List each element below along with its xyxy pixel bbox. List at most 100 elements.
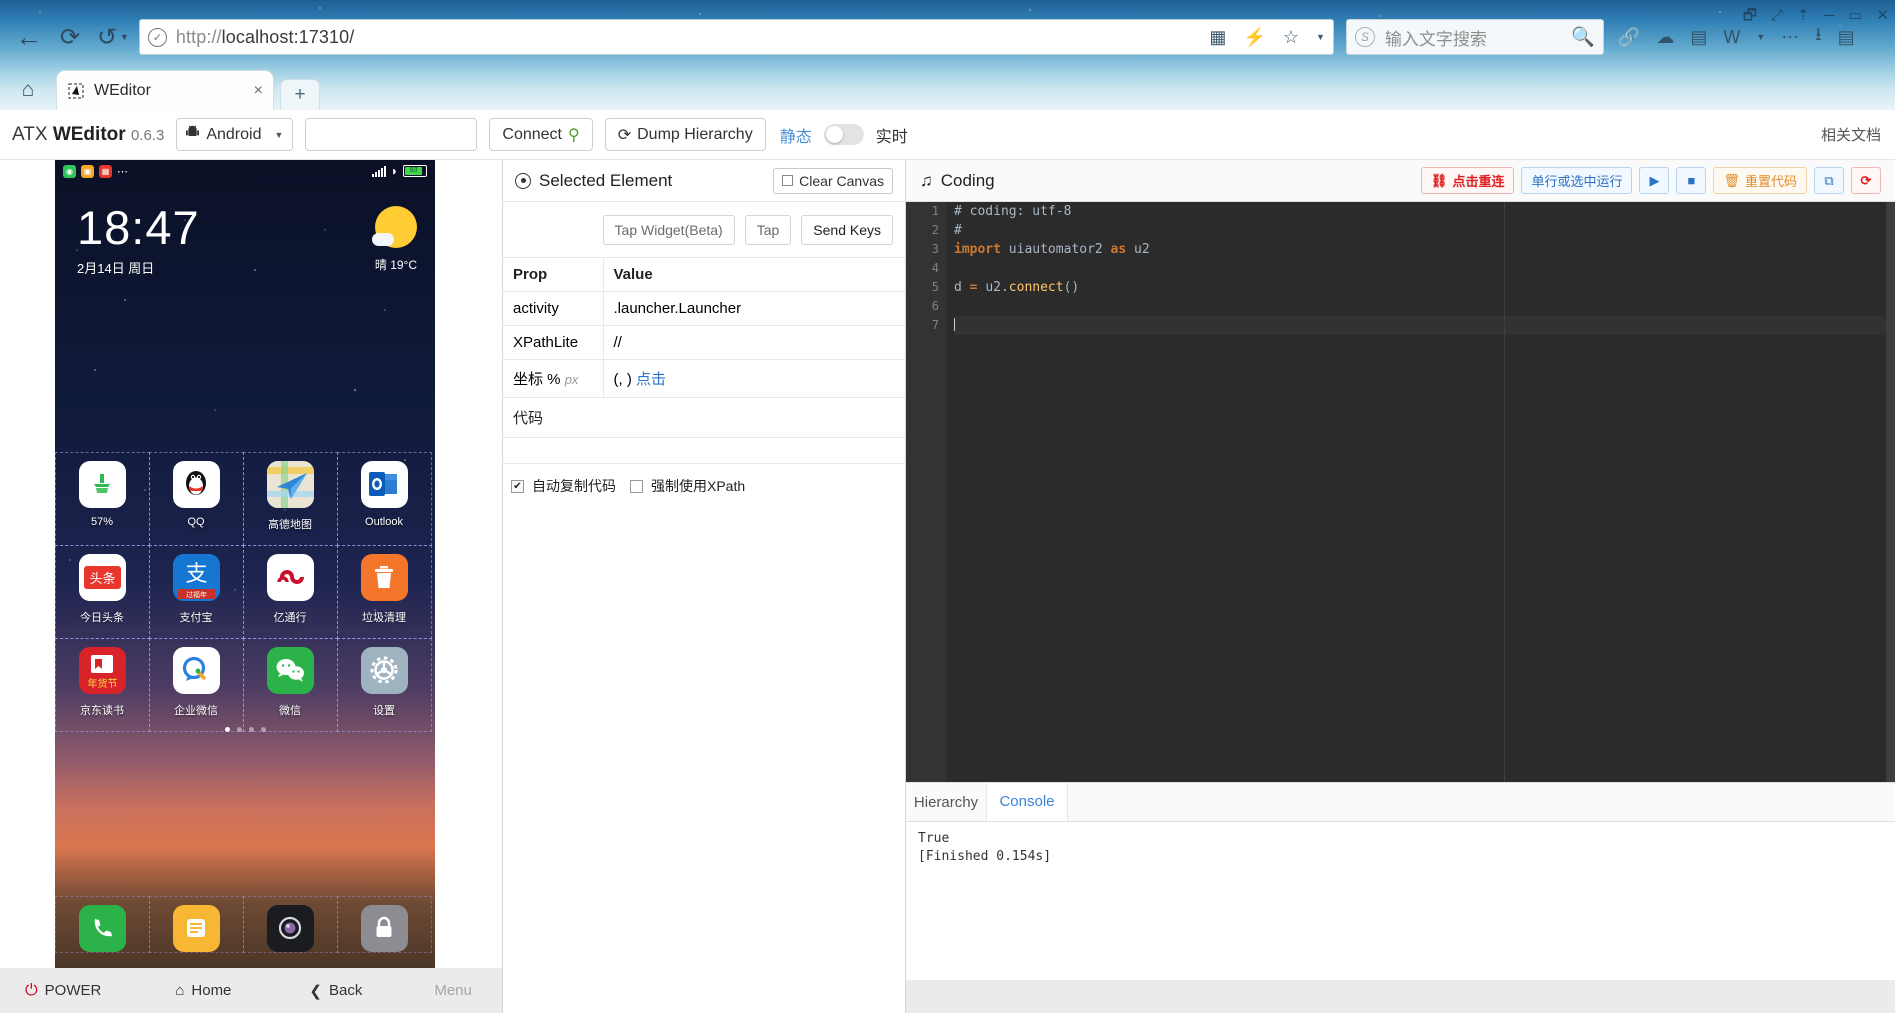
code-editor[interactable]: 1 2 3 4 5 6 7 # coding: utf-8 # import u… — [906, 202, 1895, 782]
app-icon-cell[interactable]: 57% — [55, 452, 150, 546]
power-icon: ⏻ — [25, 982, 38, 1000]
signal-icon — [372, 166, 386, 177]
download-icon[interactable]: ⭳ — [1815, 22, 1821, 52]
app-icon-cell[interactable]: 企业微信 — [149, 638, 244, 732]
shield-icon: ◉ — [63, 165, 76, 178]
send-keys-button[interactable]: Send Keys — [801, 215, 893, 245]
app-icon-cell[interactable]: 亿通行 — [243, 545, 338, 639]
page-dot[interactable] — [249, 727, 254, 732]
app-icon-cell[interactable]: 微信 — [243, 638, 338, 732]
qr-code-icon[interactable]: ▦ — [1209, 27, 1226, 48]
click-link[interactable]: 点击 — [636, 371, 666, 388]
new-tab-button[interactable]: + — [280, 79, 320, 110]
status-right: ◗ 93 — [372, 164, 427, 178]
reload-icon[interactable]: ⟳ — [50, 17, 90, 57]
home-button[interactable]: ⌂ Home — [175, 982, 231, 999]
dock-item-notes[interactable] — [149, 896, 244, 953]
line-number: 1 — [906, 202, 946, 221]
more-icon[interactable]: ⋯ — [1781, 27, 1799, 48]
reset-code-button[interactable]: 🗑 重置代码 — [1713, 167, 1807, 194]
wecom-icon — [173, 647, 220, 694]
settings-gear-icon — [361, 647, 408, 694]
connect-button[interactable]: Connect ⚲ — [489, 118, 592, 151]
dock-item-lock[interactable] — [337, 896, 432, 953]
browser-tab[interactable]: WEditor × — [56, 70, 274, 110]
menu-label: Menu — [434, 982, 472, 999]
platform-select[interactable]: Android ▼ — [176, 118, 293, 151]
search-box[interactable]: S 输入文字搜索 🔍 — [1346, 19, 1604, 55]
copy-icon[interactable]: ⧉ — [1814, 167, 1844, 194]
star-icon[interactable]: ☆ — [1283, 27, 1299, 48]
reset-code-label: 重置代码 — [1745, 171, 1797, 190]
app-icon-cell[interactable]: 年货节 京东读书 — [55, 638, 150, 732]
app-label: 垃圾清理 — [362, 609, 406, 625]
play-icon[interactable]: ▶ — [1639, 167, 1669, 194]
line-number: 7 — [906, 316, 946, 335]
dock-item-phone[interactable] — [55, 896, 150, 953]
mode-static-label: 静态 — [780, 123, 812, 147]
app-label: 亿通行 — [274, 609, 307, 625]
window-icon[interactable]: ▤ — [1690, 27, 1707, 48]
browser-chrome: 🗗 ⤢ ⇡ ─ ▭ ✕ ← ⟳ ↺ ▼ ✓ http://localhost:1… — [0, 0, 1895, 110]
page-dot[interactable] — [237, 727, 242, 732]
live-mode-toggle[interactable] — [824, 124, 864, 145]
app-icon-cell[interactable]: 设置 — [337, 638, 432, 732]
run-selection-button[interactable]: 单行或选中运行 — [1521, 167, 1632, 194]
app-icon-cell[interactable]: 支过福年 支付宝 — [149, 545, 244, 639]
cloud-icon[interactable]: ☁ — [1656, 27, 1674, 48]
connect-label: Connect — [502, 126, 562, 144]
refresh-icon[interactable]: ⟳ — [1851, 167, 1881, 194]
home-icon[interactable]: ⌂ — [0, 70, 56, 110]
code-line: # coding: utf-8 — [954, 202, 1895, 221]
docs-link[interactable]: 相关文档 — [1821, 124, 1881, 145]
page-dot-active[interactable] — [225, 727, 230, 732]
force-xpath-checkbox[interactable] — [630, 480, 643, 493]
device-screen[interactable]: ◉ ▣ ▦ ⋯ ◗ 93 18:47 2月14日 周日 晴 19°C — [55, 160, 435, 968]
menu-button[interactable]: Menu — [434, 982, 472, 999]
clear-canvas-button[interactable]: Clear Canvas — [773, 168, 893, 194]
panel-title: Selected Element — [515, 171, 672, 191]
stop-icon[interactable]: ■ — [1676, 167, 1706, 194]
tap-button[interactable]: Tap — [745, 215, 792, 245]
link-icon[interactable]: 🔗 — [1618, 27, 1640, 48]
chevron-down-icon[interactable]: ▼ — [1316, 32, 1325, 42]
app-icon-cell[interactable]: 高德地图 — [243, 452, 338, 546]
bottom-strip — [906, 980, 1895, 1013]
tab-hierarchy[interactable]: Hierarchy — [906, 783, 987, 821]
dump-hierarchy-button[interactable]: ⟳ Dump Hierarchy — [605, 118, 766, 151]
app-icon-cell[interactable]: 头条 今日头条 — [55, 545, 150, 639]
search-icon[interactable]: 🔍 — [1571, 25, 1595, 49]
page-dot[interactable] — [261, 727, 266, 732]
back-arrow-icon[interactable]: ← — [8, 17, 50, 57]
history-chevron-down-icon[interactable]: ▼ — [120, 32, 129, 42]
code-text-area[interactable]: # coding: utf-8 # import uiautomator2 as… — [946, 202, 1895, 782]
power-button[interactable]: ⏻ POWER — [25, 982, 101, 1000]
forward-history-icon[interactable]: ↺ — [90, 17, 124, 57]
device-control-bar: ⏻ POWER ⌂ Home ❮ Back Menu — [0, 968, 502, 1013]
notes-icon — [173, 905, 220, 952]
editor-scrollbar[interactable] — [1886, 202, 1895, 782]
app-icon-cell[interactable]: 垃圾清理 — [337, 545, 432, 639]
back-button[interactable]: ❮ Back — [309, 982, 362, 1000]
device-serial-input[interactable] — [305, 118, 477, 151]
reconnect-button[interactable]: ⛓ 点击重连 — [1421, 167, 1515, 194]
address-bar[interactable]: ✓ http://localhost:17310/ ▦ ⚡ ☆ ▼ — [139, 19, 1334, 55]
tab-console[interactable]: Console — [987, 783, 1068, 821]
app-icon-cell[interactable]: Outlook — [337, 452, 432, 546]
brand-version: 0.6.3 — [131, 127, 164, 144]
w-icon[interactable]: W — [1723, 27, 1740, 48]
coding-header: ♫ Coding ⛓ 点击重连 单行或选中运行 ▶ ■ 🗑 重置代码 ⧉ ⟳ — [906, 160, 1895, 202]
tap-widget-button[interactable]: Tap Widget(Beta) — [603, 215, 735, 245]
menu-icon[interactable]: ▤ — [1838, 27, 1855, 48]
lightning-icon[interactable]: ⚡ — [1243, 27, 1265, 48]
close-icon[interactable]: × — [254, 82, 263, 100]
auto-copy-checkbox[interactable]: ✔ — [511, 480, 524, 493]
weather-text: 晴 19°C — [375, 256, 417, 273]
navigation-row: ← ⟳ ↺ ▼ ✓ http://localhost:17310/ ▦ ⚡ ☆ … — [0, 16, 1895, 58]
dock-item-camera[interactable] — [243, 896, 338, 953]
android-icon — [186, 125, 199, 144]
line-number: 3 — [906, 240, 946, 259]
chevron-down-icon[interactable]: ▼ — [274, 130, 283, 140]
chevron-down-icon-2[interactable]: ▼ — [1756, 32, 1765, 42]
app-icon-cell[interactable]: QQ — [149, 452, 244, 546]
